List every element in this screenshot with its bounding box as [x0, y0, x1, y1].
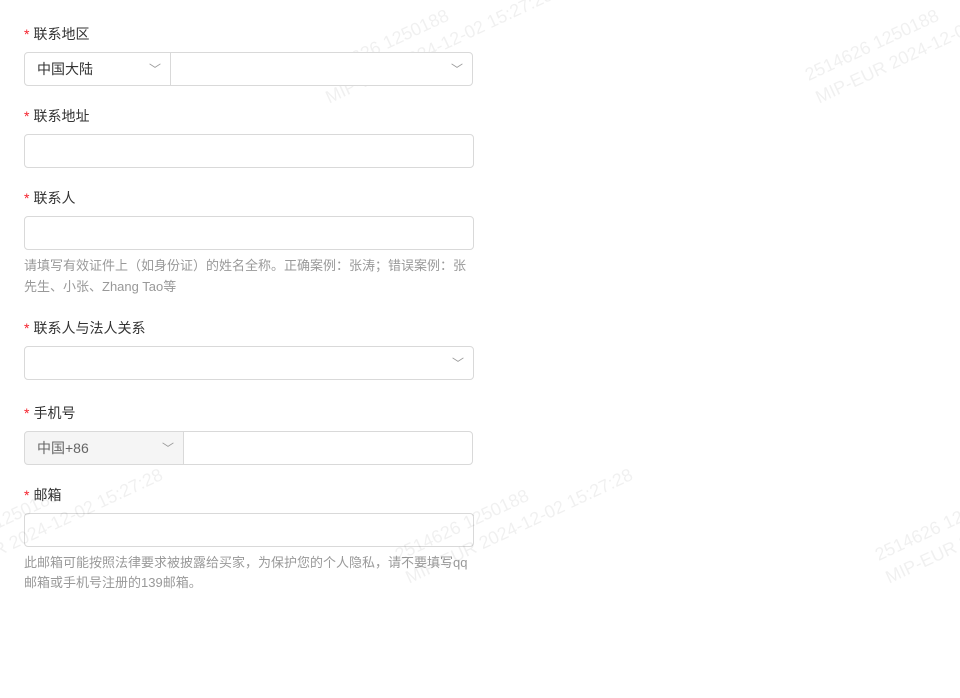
contact-hint: 请填写有效证件上（如身份证）的姓名全称。正确案例：张涛；错误案例：张先生、小张、… [24, 256, 474, 298]
label-address: *联系地址 [24, 106, 936, 126]
field-relation: *联系人与法人关系 ﹀ [24, 318, 936, 383]
required-star-icon: * [24, 26, 29, 42]
phone-prefix-value: 中国+86 [37, 440, 89, 456]
phone-prefix-select[interactable]: 中国+86 [24, 431, 184, 465]
label-contact-text: 联系人 [33, 190, 75, 206]
field-address: *联系地址 [24, 106, 936, 168]
label-contact: *联系人 [24, 188, 936, 208]
label-email: *邮箱 [24, 485, 936, 505]
field-region: *联系地区 中国大陆 ﹀ ﹀ [24, 24, 936, 86]
relation-select[interactable] [24, 346, 474, 380]
field-contact: *联系人 请填写有效证件上（如身份证）的姓名全称。正确案例：张涛；错误案例：张先… [24, 188, 936, 298]
email-hint: 此邮箱可能按照法律要求被披露给买家，为保护您的个人隐私，请不要填写qq邮箱或手机… [24, 553, 474, 595]
required-star-icon: * [24, 190, 29, 206]
field-phone: *手机号 中国+86 ﹀ [24, 403, 936, 465]
required-star-icon: * [24, 405, 29, 421]
region-country-select[interactable]: 中国大陆 [24, 52, 171, 86]
region-province-select[interactable] [170, 52, 473, 86]
required-star-icon: * [24, 108, 29, 124]
region-country-value: 中国大陆 [37, 61, 93, 77]
label-region-text: 联系地区 [33, 26, 89, 42]
label-address-text: 联系地址 [33, 108, 89, 124]
field-email: *邮箱 此邮箱可能按照法律要求被披露给买家，为保护您的个人隐私，请不要填写qq邮… [24, 485, 936, 595]
label-relation-text: 联系人与法人关系 [33, 320, 145, 336]
required-star-icon: * [24, 320, 29, 336]
label-region: *联系地区 [24, 24, 936, 44]
required-star-icon: * [24, 487, 29, 503]
contact-input[interactable] [24, 216, 474, 250]
label-relation: *联系人与法人关系 [24, 318, 936, 338]
label-email-text: 邮箱 [33, 487, 61, 503]
email-input[interactable] [24, 513, 474, 547]
address-input[interactable] [24, 134, 474, 168]
phone-input[interactable] [183, 431, 473, 465]
label-phone-text: 手机号 [33, 405, 75, 421]
label-phone: *手机号 [24, 403, 936, 423]
